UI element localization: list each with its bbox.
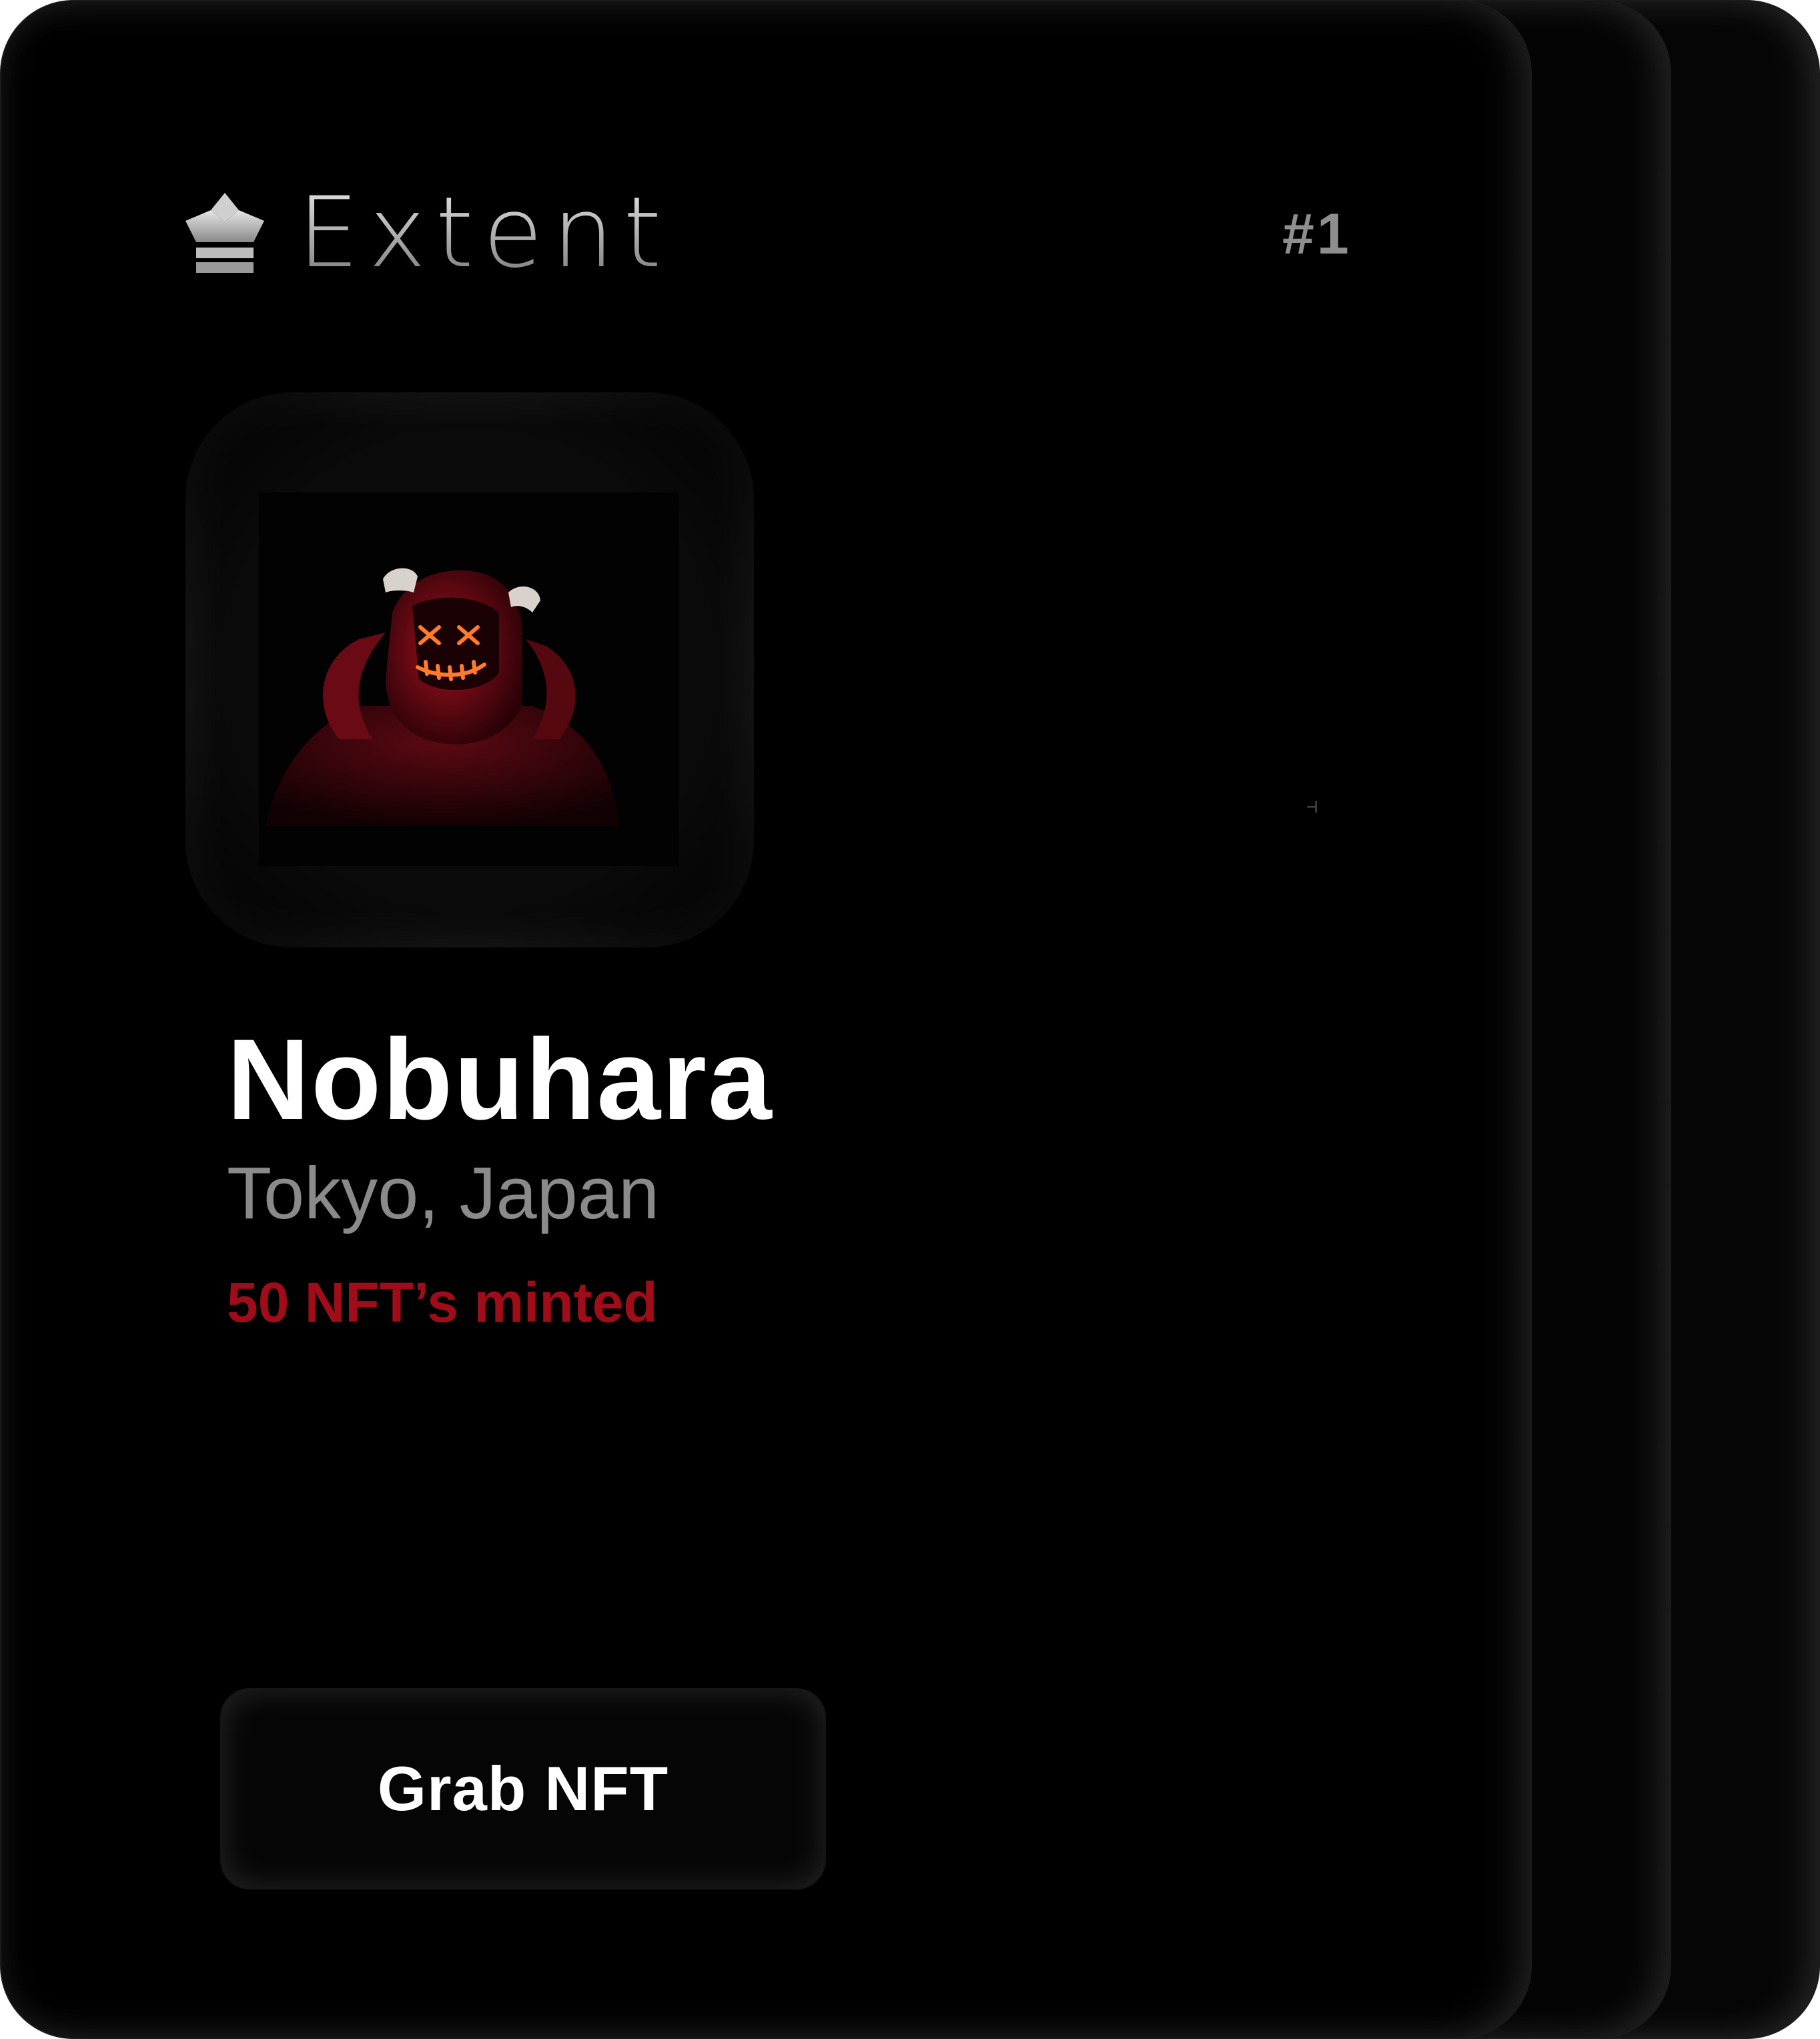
grab-nft-label: Grab NFT (377, 1753, 669, 1823)
minted-count: 50 NFT’s minted (227, 1271, 658, 1334)
creator-name: Nobuhara (227, 1015, 773, 1144)
decorative-mark-icon: ⊣ (1306, 795, 1318, 817)
brand: Extent (185, 184, 671, 282)
hooded-figure-image (185, 392, 754, 947)
crown-icon (185, 193, 264, 273)
creator-location: Tokyo, Japan (227, 1152, 660, 1234)
nft-card: Extent #1 ⊣ Nobuhara Tokyo, Japan 50 NFT… (0, 0, 1532, 2039)
avatar-image (185, 392, 754, 947)
rank-badge: #1 (1282, 202, 1352, 266)
grab-nft-button[interactable]: Grab NFT (220, 1688, 826, 1890)
brand-name: Extent (298, 176, 671, 290)
